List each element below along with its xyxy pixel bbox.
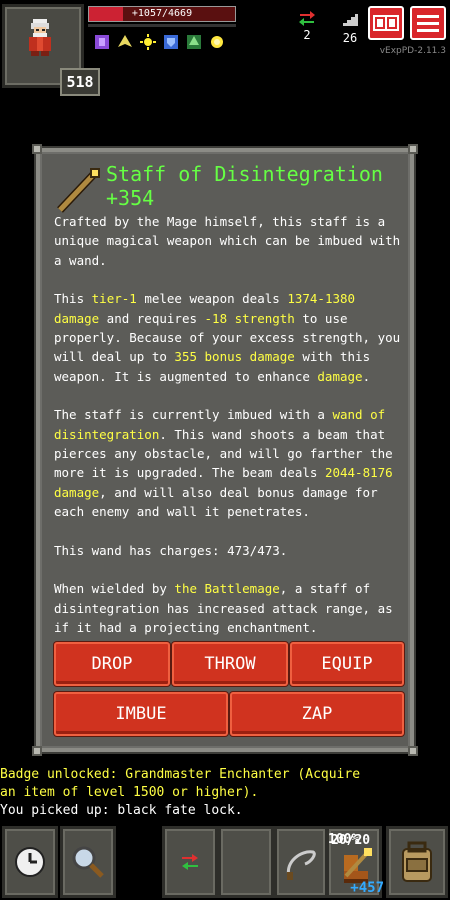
journal-icon [373,15,399,31]
desc-paragraph-4: This wand has charges: 473/473. [54,542,288,558]
yellow-wing-buff-icon [115,32,135,52]
quickslot-1[interactable] [162,826,218,898]
desc-paragraph-2: This tier-1 melee weapon deals 1374-1380… [54,289,404,386]
mage-avatar-icon [29,19,51,56]
exp-bar [88,24,236,27]
strength-highlight: -18 strength [204,310,295,326]
window-corner [408,144,418,154]
text-span: and requires [99,310,205,326]
staff-icon [57,168,100,213]
window-corner [408,746,418,756]
hero-level-badge: 518 [60,68,100,96]
green-tree-buff-icon [184,32,204,52]
bonus-highlight: 355 bonus damage [174,349,295,365]
tier-highlight: tier-1 [91,291,137,307]
backpack-button[interactable] [386,826,448,898]
imbue-button[interactable]: IMBUE [54,692,228,736]
log-badge-line: Badge unlocked: Grandmaster Enchanter (A… [0,767,361,782]
equip-button[interactable]: EQUIP [290,642,404,686]
blue-armor-buff-icon [161,32,181,52]
item-name: Staff of Disintegration [106,162,383,186]
staff-bonus-level: +457 [350,880,384,896]
drop-button[interactable]: DROP [54,642,170,686]
text-span: . [362,368,371,384]
loot-count: 2 [303,28,311,42]
window-corner [32,144,42,154]
class-highlight: the Battlemage [174,581,280,597]
text-span: melee weapon deals [136,291,288,307]
wait-button[interactable] [2,826,58,898]
depth-number: 26 [342,31,358,45]
clock-icon [15,847,45,877]
text-span: This [54,291,92,307]
journal-button[interactable] [368,6,404,40]
desc-paragraph-5: When wielded by the Battlemage, a staff … [54,579,404,637]
depth-indicator: 26 [338,12,362,45]
item-title: Staff of Disintegration +354 [106,162,396,210]
version-label: vExpPD-2.11.3 [379,46,446,56]
sun-buff-icon [138,32,158,52]
item-info-window: Staff of Disintegration +354 Crafted by … [32,144,418,756]
buff-bar [92,32,227,52]
zap-button[interactable]: ZAP [230,692,404,736]
desc-paragraph-1: Crafted by the Mage himself, this staff … [54,214,401,268]
menu-button[interactable] [410,6,446,40]
throw-button[interactable]: THROW [172,642,288,686]
game-log: Badge unlocked: Grandmaster Enchanter (A… [0,766,380,820]
loot-indicator[interactable]: 2 [296,10,318,42]
item-upgrade-level: +354 [106,186,155,210]
log-pickup-line: You picked up: black fate lock. [0,803,243,818]
swap-arrows-icon [296,10,318,28]
item-description: Crafted by the Mage himself, this staff … [54,212,404,656]
search-button[interactable] [60,826,116,898]
text-span: , and will also deal bonus damage for ea… [54,484,378,520]
purple-shield-buff-icon [92,32,112,52]
whip-icon [286,850,316,880]
text-span: When wielded by [54,581,175,597]
quickslot-2[interactable] [218,826,274,898]
staff-icon [344,848,372,878]
backpack-icon [402,841,432,882]
window-corner [32,746,42,756]
log-badge-line: an item of level 1500 or higher). [0,785,259,800]
hp-text: +1057/4669 [131,8,193,19]
text-span: The staff is currently imbued with a [54,407,333,423]
magnifier-icon [72,846,104,878]
staff-quickslot[interactable]: 100% +457 [328,832,384,896]
desc-paragraph-3: The staff is currently imbued with a wan… [54,405,404,521]
quickslot-3[interactable] [274,826,328,898]
staff-charge-percent: 100% [328,832,360,847]
swap-arrows-icon [182,854,198,870]
hp-bar: +1057/4669 [88,6,236,22]
augment-highlight: damage [317,368,363,384]
light-buff-icon [207,32,227,52]
menu-icon [417,15,439,32]
stairs-icon [338,12,362,31]
